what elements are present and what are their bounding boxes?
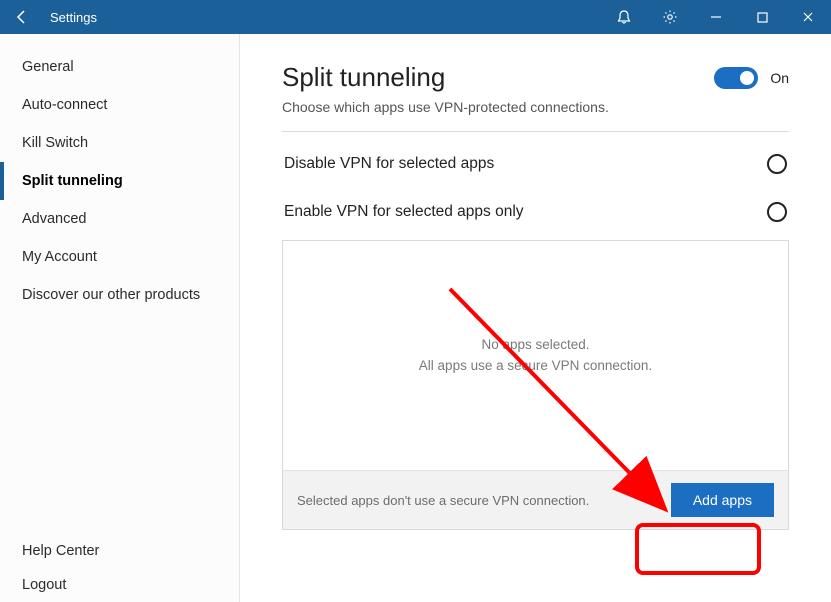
sidebar-item-advanced[interactable]: Advanced [0,200,239,238]
sidebar-item-discover-products[interactable]: Discover our other products [0,276,239,314]
option-enable-vpn-selected-only[interactable]: Enable VPN for selected apps only [282,188,789,236]
apps-empty-state: No apps selected. All apps use a secure … [283,241,788,470]
minimize-button[interactable] [693,0,739,34]
titlebar: Settings [0,0,831,34]
toggle-state-label: On [770,70,789,86]
window-title: Settings [50,10,97,25]
divider [282,131,789,132]
sidebar-item-my-account[interactable]: My Account [0,238,239,276]
option-disable-vpn-selected[interactable]: Disable VPN for selected apps [282,140,789,188]
sidebar-item-logout[interactable]: Logout [0,568,239,602]
apps-footer-message: Selected apps don't use a secure VPN con… [297,493,671,508]
settings-gear-icon[interactable] [647,0,693,34]
maximize-button[interactable] [739,0,785,34]
split-tunneling-toggle[interactable] [714,67,758,89]
sidebar-item-general[interactable]: General [0,48,239,86]
sidebar-item-auto-connect[interactable]: Auto-connect [0,86,239,124]
sidebar-item-split-tunneling[interactable]: Split tunneling [0,162,239,200]
option-label: Disable VPN for selected apps [284,155,767,173]
annotation-highlight-rect [635,523,761,575]
empty-line1: No apps selected. [481,335,589,355]
sidebar: General Auto-connect Kill Switch Split t… [0,34,240,602]
back-button[interactable] [8,0,36,34]
radio-unchecked-icon [767,202,787,222]
page-title: Split tunneling [282,62,445,93]
toggle-knob [740,71,754,85]
apps-footer: Selected apps don't use a secure VPN con… [283,470,788,529]
empty-line2: All apps use a secure VPN connection. [419,356,652,376]
sidebar-item-kill-switch[interactable]: Kill Switch [0,124,239,162]
apps-list-box: No apps selected. All apps use a secure … [282,240,789,530]
page-subtitle: Choose which apps use VPN-protected conn… [282,99,789,115]
notifications-icon[interactable] [601,0,647,34]
close-button[interactable] [785,0,831,34]
add-apps-button[interactable]: Add apps [671,483,774,517]
content-area: Split tunneling On Choose which apps use… [240,34,831,602]
option-label: Enable VPN for selected apps only [284,203,767,221]
sidebar-item-help-center[interactable]: Help Center [0,534,239,568]
radio-unchecked-icon [767,154,787,174]
